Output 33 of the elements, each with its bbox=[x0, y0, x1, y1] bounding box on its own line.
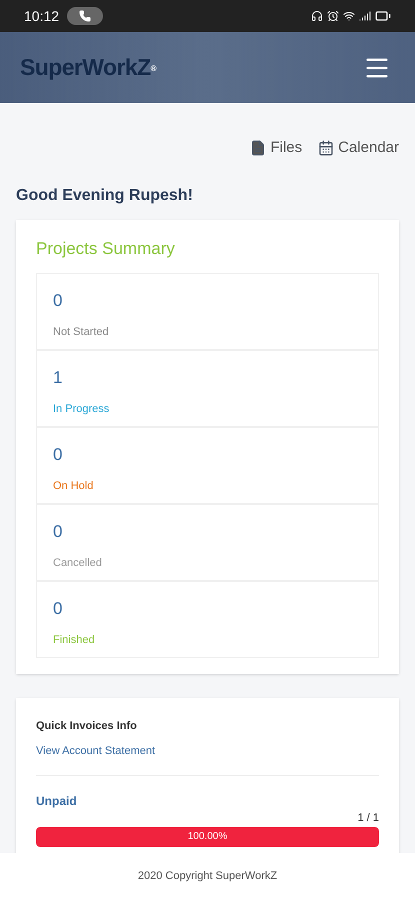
status-label: Finished bbox=[53, 632, 96, 648]
status-tile[interactable]: 0 On Hold bbox=[36, 427, 379, 504]
status-label: Cancelled bbox=[53, 556, 103, 570]
status-count: 0 bbox=[53, 598, 64, 620]
alarm-icon bbox=[327, 10, 339, 22]
progress-reading: 100.00% bbox=[188, 830, 228, 844]
logo[interactable]: SuperWorkZ$^{®}$ bbox=[20, 50, 156, 85]
clock: 10:12 bbox=[24, 7, 60, 26]
invoice-status: Unpaid bbox=[36, 793, 78, 810]
quick-link[interactable]: Files bbox=[250, 137, 302, 160]
status-count: 0 bbox=[53, 290, 64, 312]
file-icon bbox=[250, 140, 266, 156]
status-count: 0 bbox=[53, 444, 64, 466]
signal-icon bbox=[359, 10, 371, 22]
status-count: 0 bbox=[53, 521, 64, 543]
phone-icon bbox=[79, 10, 92, 22]
invoice-ratio: 1 / 1 bbox=[356, 811, 379, 826]
quick-link[interactable]: Calendar bbox=[318, 137, 399, 160]
status-tile[interactable]: 1 In Progress bbox=[36, 350, 379, 427]
status-label: Not Started bbox=[53, 324, 110, 340]
status-count: 1 bbox=[53, 367, 64, 389]
greeting: Good Evening Rupesh! bbox=[16, 186, 194, 206]
status-tile[interactable]: 0 Finished bbox=[36, 581, 379, 658]
status-tile[interactable]: 0 Not Started bbox=[36, 273, 379, 350]
status-label: In Progress bbox=[53, 402, 110, 416]
copyright: 2020 Copyright SuperWorkZ bbox=[138, 869, 278, 884]
card-title: Quick Invoices Info bbox=[36, 719, 138, 734]
status-tile[interactable]: 0 Cancelled bbox=[36, 504, 379, 581]
calendar-icon bbox=[318, 140, 334, 156]
headphones-icon bbox=[311, 10, 323, 22]
account-statement-link[interactable]: View Account Statement bbox=[36, 742, 379, 759]
card-title: Projects Summary bbox=[36, 238, 176, 260]
status-label: On Hold bbox=[53, 478, 94, 494]
